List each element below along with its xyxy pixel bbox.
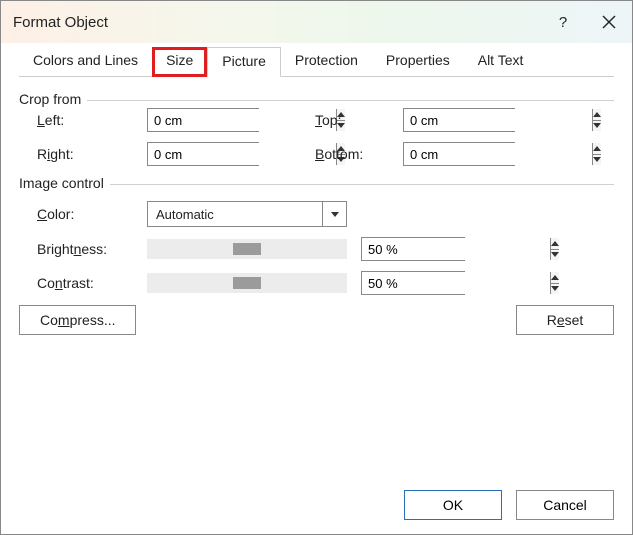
spin-down-icon[interactable] bbox=[551, 250, 559, 261]
crop-right-input[interactable] bbox=[147, 142, 259, 166]
color-label: Color: bbox=[37, 206, 147, 222]
contrast-slider[interactable] bbox=[147, 273, 347, 293]
window-title: Format Object bbox=[13, 14, 540, 31]
contrast-input[interactable] bbox=[361, 271, 465, 295]
reset-button[interactable]: Reset bbox=[516, 305, 614, 335]
ok-button[interactable]: OK bbox=[404, 490, 502, 520]
tab-properties[interactable]: Properties bbox=[372, 47, 464, 77]
spin-up-icon[interactable] bbox=[593, 143, 601, 155]
slider-thumb[interactable] bbox=[233, 277, 261, 289]
dialog-footer: OK Cancel bbox=[1, 476, 632, 534]
crop-top-label: Top: bbox=[315, 112, 403, 128]
tab-colors-and-lines[interactable]: Colors and Lines bbox=[19, 47, 152, 77]
spin-down-icon[interactable] bbox=[593, 121, 601, 132]
brightness-label: Brightness: bbox=[37, 241, 147, 257]
format-object-dialog: Format Object ? Colors and Lines Size Pi… bbox=[0, 0, 633, 535]
titlebar: Format Object ? bbox=[1, 1, 632, 43]
crop-left-input[interactable] bbox=[147, 108, 259, 132]
spin-down-icon[interactable] bbox=[593, 155, 601, 166]
crop-right-label: Right: bbox=[37, 146, 147, 162]
tab-bar: Colors and Lines Size Picture Protection… bbox=[19, 47, 614, 77]
color-dropdown[interactable]: Automatic bbox=[147, 201, 347, 227]
close-button[interactable] bbox=[586, 1, 632, 43]
brightness-input[interactable] bbox=[361, 237, 465, 261]
tab-protection[interactable]: Protection bbox=[281, 47, 372, 77]
image-control-section: Image control bbox=[19, 175, 614, 191]
crop-top-input[interactable] bbox=[403, 108, 515, 132]
cancel-button[interactable]: Cancel bbox=[516, 490, 614, 520]
chevron-down-icon bbox=[322, 202, 346, 226]
spin-up-icon[interactable] bbox=[551, 238, 559, 250]
crop-bottom-label: Bottom: bbox=[315, 146, 403, 162]
contrast-label: Contrast: bbox=[37, 275, 147, 291]
help-button[interactable]: ? bbox=[540, 1, 586, 43]
spin-up-icon[interactable] bbox=[593, 109, 601, 121]
crop-left-label: Left: bbox=[37, 112, 147, 128]
crop-bottom-input[interactable] bbox=[403, 142, 515, 166]
spin-down-icon[interactable] bbox=[551, 284, 559, 295]
brightness-slider[interactable] bbox=[147, 239, 347, 259]
tab-picture[interactable]: Picture bbox=[207, 47, 281, 77]
tab-alt-text[interactable]: Alt Text bbox=[464, 47, 538, 77]
close-icon bbox=[602, 15, 616, 29]
spin-up-icon[interactable] bbox=[551, 272, 559, 284]
compress-button[interactable]: Compress... bbox=[19, 305, 136, 335]
crop-from-section: Crop from bbox=[19, 91, 614, 107]
tab-size[interactable]: Size bbox=[152, 47, 207, 77]
slider-thumb[interactable] bbox=[233, 243, 261, 255]
